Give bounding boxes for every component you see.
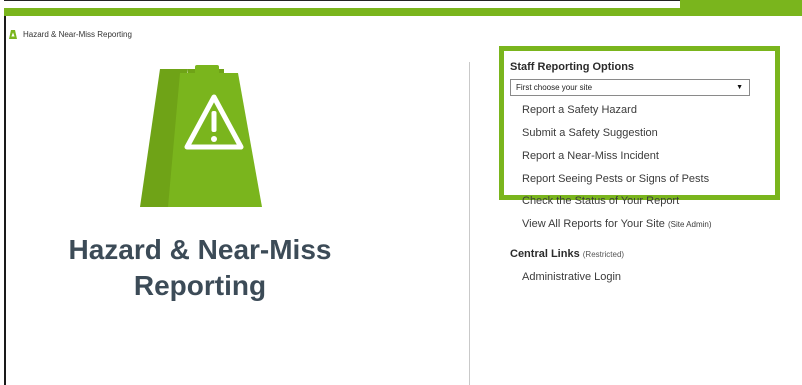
link-report-safety-hazard[interactable]: Report a Safety Hazard (522, 104, 637, 116)
link-administrative-login[interactable]: Administrative Login (522, 271, 621, 283)
restricted-note: (Restricted) (582, 250, 625, 259)
site-select[interactable]: First choose your site ▼ (510, 79, 750, 96)
staff-options-heading: Staff Reporting Options (510, 61, 635, 73)
breadcrumb: Hazard & Near-Miss Reporting (9, 30, 132, 39)
page-title-line1: Hazard & Near-Miss (68, 234, 332, 265)
breadcrumb-label[interactable]: Hazard & Near-Miss Reporting (23, 30, 132, 39)
site-select-value: First choose your site (516, 83, 593, 92)
link-report-near-miss[interactable]: Report a Near-Miss Incident (522, 150, 659, 162)
page-title: Hazard & Near-Miss Reporting (20, 232, 380, 304)
view-all-label: View All Reports for Your Site (522, 218, 665, 230)
page-title-line2: Reporting (133, 270, 267, 301)
central-links-heading: Central Links (Restricted) (510, 248, 624, 260)
central-links-label: Central Links (510, 248, 580, 260)
site-admin-note: (Site Admin) (667, 220, 712, 229)
link-view-all-reports[interactable]: View All Reports for Your Site (Site Adm… (522, 218, 712, 230)
top-right-tab[interactable] (680, 0, 802, 10)
caution-sign-icon (140, 65, 262, 211)
wet-floor-sign-icon (9, 30, 17, 39)
link-report-pests[interactable]: Report Seeing Pests or Signs of Pests (522, 173, 709, 185)
link-submit-safety-suggestion[interactable]: Submit a Safety Suggestion (522, 127, 658, 139)
left-border (4, 0, 6, 385)
dropdown-arrow-icon: ▼ (736, 84, 743, 91)
link-check-status[interactable]: Check the Status of Your Report (522, 195, 679, 207)
vertical-divider (469, 62, 470, 385)
